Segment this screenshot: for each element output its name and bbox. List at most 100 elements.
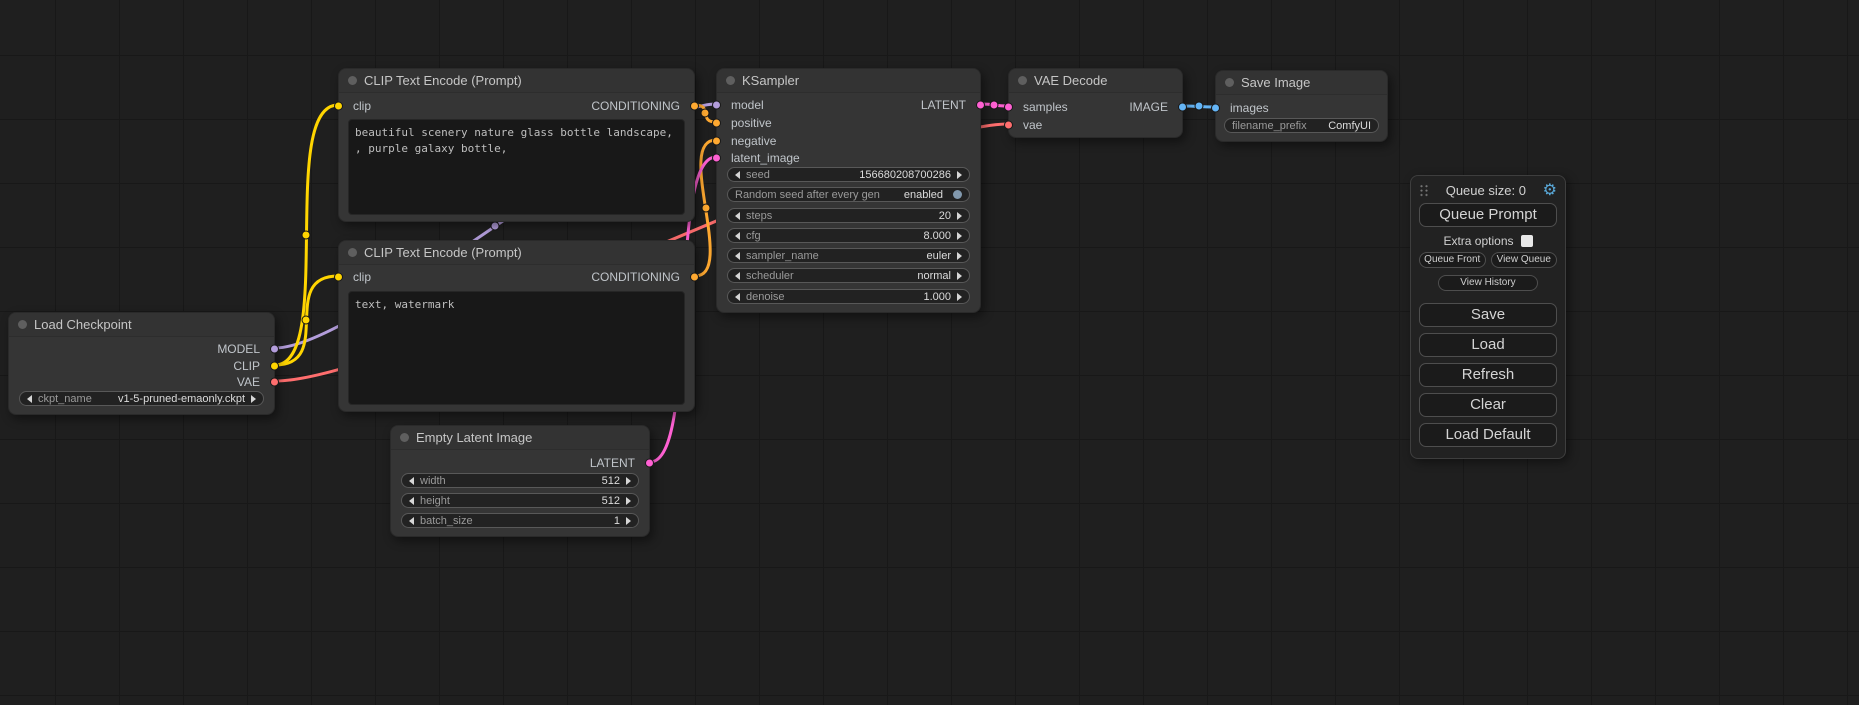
input-slot-latent-image: latent_image	[717, 149, 980, 167]
node-title-bar[interactable]: Load Checkpoint	[9, 313, 274, 337]
increment-arrow-icon[interactable]	[251, 395, 256, 403]
decrement-arrow-icon[interactable]	[409, 477, 414, 485]
widget-filename-prefix[interactable]: filename_prefix ComfyUI	[1224, 118, 1379, 133]
widget-batch-size[interactable]: batch_size 1	[401, 513, 639, 528]
decrement-arrow-icon[interactable]	[735, 252, 740, 260]
node-title-bar[interactable]: KSampler	[717, 69, 980, 93]
collapse-dot-icon[interactable]	[400, 433, 409, 442]
increment-arrow-icon[interactable]	[957, 232, 962, 240]
widget-ckpt-name[interactable]: ckpt_name v1-5-pruned-emaonly.ckpt	[19, 391, 264, 406]
node-title: CLIP Text Encode (Prompt)	[364, 245, 522, 260]
decrement-arrow-icon[interactable]	[735, 293, 740, 301]
decrement-arrow-icon[interactable]	[409, 497, 414, 505]
widget-label: sampler_name	[746, 250, 819, 262]
widget-random-seed-toggle[interactable]: Random seed after every gen enabled	[727, 187, 970, 202]
slot-dot-conditioning[interactable]	[712, 137, 721, 146]
collapse-dot-icon[interactable]	[726, 76, 735, 85]
widget-sampler-name[interactable]: sampler_name euler	[727, 248, 970, 263]
widget-label: filename_prefix	[1232, 120, 1307, 132]
collapse-dot-icon[interactable]	[348, 76, 357, 85]
slot-dot-latent[interactable]	[976, 101, 985, 110]
slot-dot-conditioning[interactable]	[690, 102, 699, 111]
collapse-dot-icon[interactable]	[348, 248, 357, 257]
refresh-button[interactable]: Refresh	[1419, 363, 1557, 387]
decrement-arrow-icon[interactable]	[735, 212, 740, 220]
node-empty-latent-image[interactable]: Empty Latent Image LATENT width 512 heig…	[390, 425, 650, 537]
wire-clip-to-negative	[275, 276, 338, 365]
widget-steps[interactable]: steps 20	[727, 208, 970, 223]
widget-scheduler[interactable]: scheduler normal	[727, 268, 970, 283]
toggle-indicator-icon[interactable]	[953, 190, 962, 199]
widget-value: 8.000	[923, 230, 951, 242]
decrement-arrow-icon[interactable]	[27, 395, 32, 403]
increment-arrow-icon[interactable]	[626, 497, 631, 505]
decrement-arrow-icon[interactable]	[735, 171, 740, 179]
graph-canvas[interactable]: Load Checkpoint MODEL CLIP VAE ckpt_name…	[0, 0, 1859, 705]
increment-arrow-icon[interactable]	[957, 272, 962, 280]
slot-dot-model[interactable]	[270, 345, 279, 354]
widget-value: normal	[917, 270, 951, 282]
slot-label: negative	[731, 134, 776, 148]
widget-width[interactable]: width 512	[401, 473, 639, 488]
node-clip-text-encode-negative[interactable]: CLIP Text Encode (Prompt) clip CONDITION…	[338, 240, 695, 412]
widget-seed[interactable]: seed 156680208700286	[727, 167, 970, 182]
widget-height[interactable]: height 512	[401, 493, 639, 508]
slot-label: VAE	[237, 375, 260, 389]
node-vae-decode[interactable]: VAE Decode samples vae IMAGE	[1008, 68, 1183, 138]
prompt-textarea[interactable]: beautiful scenery nature glass bottle la…	[348, 119, 685, 215]
extra-options-checkbox[interactable]	[1521, 235, 1533, 247]
prompt-textarea[interactable]: text, watermark	[348, 291, 685, 405]
node-title-bar[interactable]: Empty Latent Image	[391, 426, 649, 450]
load-default-button[interactable]: Load Default	[1419, 423, 1557, 447]
slot-dot-clip[interactable]	[270, 362, 279, 371]
collapse-dot-icon[interactable]	[1225, 78, 1234, 87]
slot-dot-vae[interactable]	[270, 378, 279, 387]
save-button[interactable]: Save	[1419, 303, 1557, 327]
slot-dot-conditioning[interactable]	[690, 273, 699, 282]
slot-dot-image[interactable]	[1211, 104, 1220, 113]
slot-label: latent_image	[731, 151, 800, 165]
queue-buttons-row: Queue Front View Queue	[1419, 252, 1557, 268]
queue-front-button[interactable]: Queue Front	[1419, 252, 1486, 268]
node-title: Load Checkpoint	[34, 317, 132, 332]
decrement-arrow-icon[interactable]	[735, 232, 740, 240]
widget-value: 1	[614, 515, 620, 527]
menu-drag-handle-icon[interactable]	[1419, 184, 1429, 197]
load-button[interactable]: Load	[1419, 333, 1557, 357]
slot-dot-image[interactable]	[1178, 103, 1187, 112]
settings-gear-icon[interactable]: ⚙	[1543, 184, 1557, 197]
node-ksampler[interactable]: KSampler model positive negative latent_…	[716, 68, 981, 313]
widget-label: batch_size	[420, 515, 473, 527]
increment-arrow-icon[interactable]	[626, 477, 631, 485]
increment-arrow-icon[interactable]	[626, 517, 631, 525]
view-history-button[interactable]: View History	[1438, 275, 1538, 291]
slot-dot-latent[interactable]	[712, 154, 721, 163]
view-queue-button[interactable]: View Queue	[1491, 252, 1558, 268]
node-title-bar[interactable]: Save Image	[1216, 71, 1387, 95]
widget-denoise[interactable]: denoise 1.000	[727, 289, 970, 304]
clear-button[interactable]: Clear	[1419, 393, 1557, 417]
node-clip-text-encode-positive[interactable]: CLIP Text Encode (Prompt) clip CONDITION…	[338, 68, 695, 222]
node-load-checkpoint[interactable]: Load Checkpoint MODEL CLIP VAE ckpt_name…	[8, 312, 275, 415]
node-title-bar[interactable]: CLIP Text Encode (Prompt)	[339, 241, 694, 265]
decrement-arrow-icon[interactable]	[735, 272, 740, 280]
queue-size-label: Queue size: 0	[1429, 183, 1543, 198]
node-title-bar[interactable]: VAE Decode	[1009, 69, 1182, 93]
slot-dot-latent[interactable]	[645, 459, 654, 468]
decrement-arrow-icon[interactable]	[409, 517, 414, 525]
widget-value: 156680208700286	[859, 169, 951, 181]
slot-dot-conditioning[interactable]	[712, 119, 721, 128]
node-save-image[interactable]: Save Image images filename_prefix ComfyU…	[1215, 70, 1388, 142]
queue-prompt-button[interactable]: Queue Prompt	[1419, 203, 1557, 227]
increment-arrow-icon[interactable]	[957, 212, 962, 220]
slot-dot-vae[interactable]	[1004, 121, 1013, 130]
output-slot-vae: VAE	[9, 373, 274, 391]
slot-label: CONDITIONING	[591, 270, 680, 284]
collapse-dot-icon[interactable]	[18, 320, 27, 329]
collapse-dot-icon[interactable]	[1018, 76, 1027, 85]
node-title-bar[interactable]: CLIP Text Encode (Prompt)	[339, 69, 694, 93]
widget-cfg[interactable]: cfg 8.000	[727, 228, 970, 243]
increment-arrow-icon[interactable]	[957, 293, 962, 301]
increment-arrow-icon[interactable]	[957, 252, 962, 260]
increment-arrow-icon[interactable]	[957, 171, 962, 179]
